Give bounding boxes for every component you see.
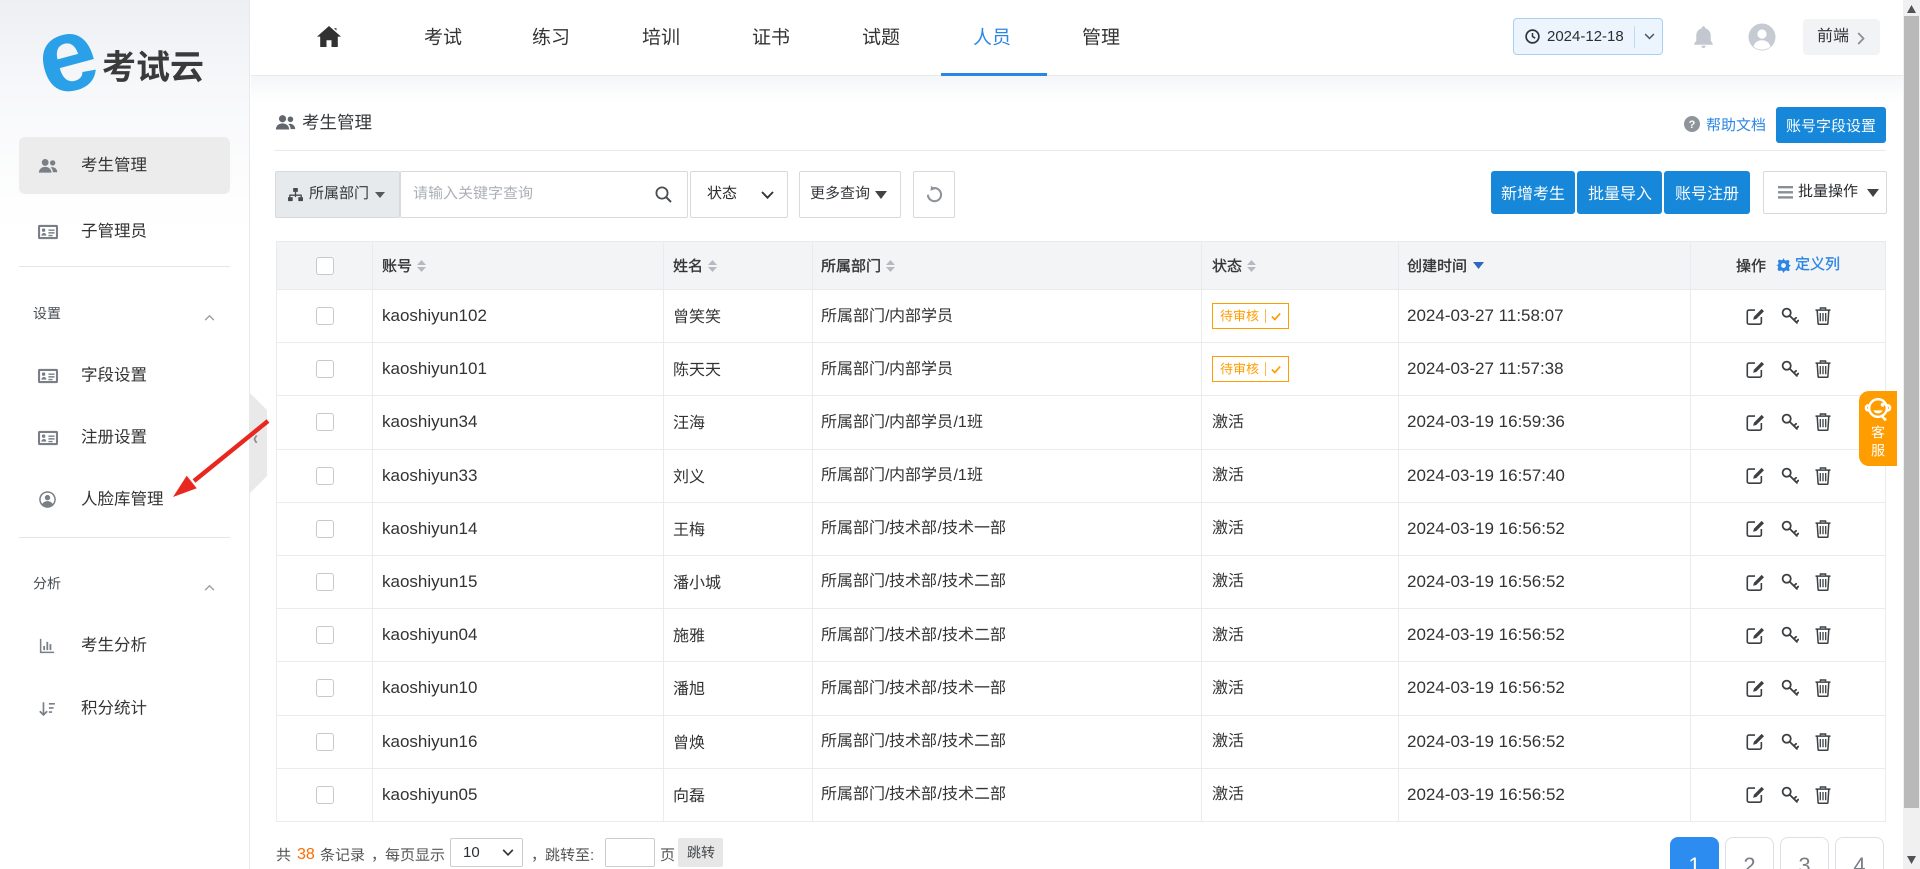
svg-text:?: ?	[1689, 119, 1696, 131]
svg-text:e: e	[24, 0, 110, 119]
